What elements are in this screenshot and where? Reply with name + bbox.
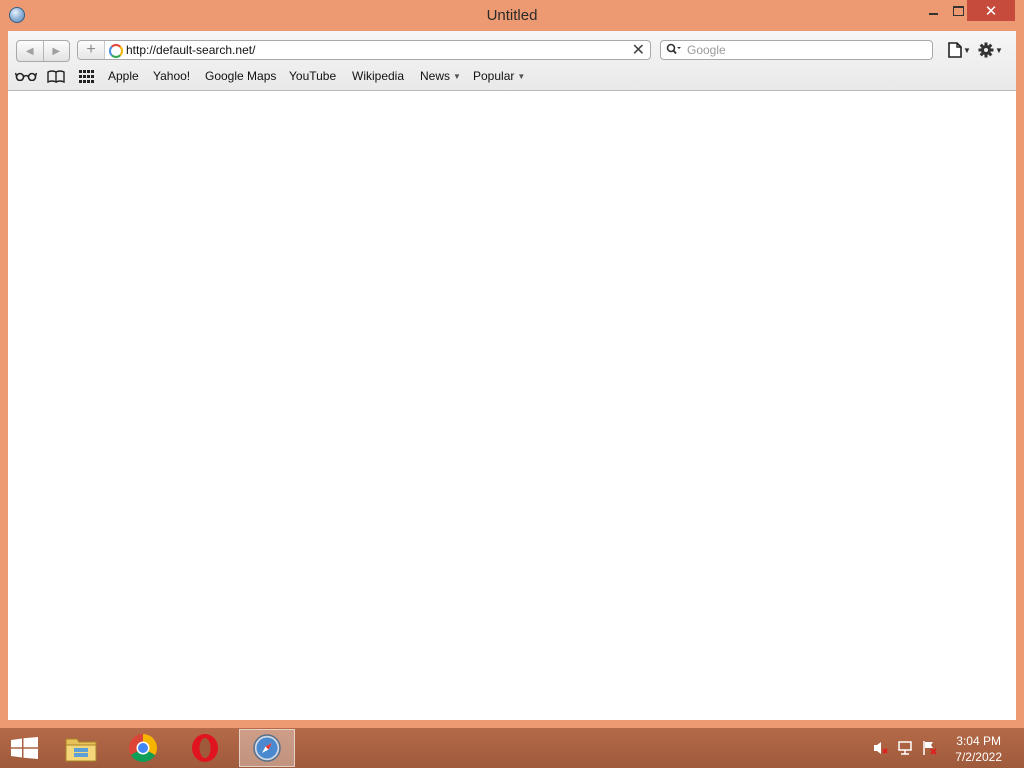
folder-icon [65,738,97,762]
bookmark-folder-news[interactable]: News ▼ [420,69,461,83]
chevron-down-icon: ▼ [453,72,461,81]
forward-button[interactable]: ▶ [42,41,70,61]
windows-logo-icon [11,737,38,759]
gear-icon [978,42,994,58]
back-arrow-icon: ◀ [25,45,34,57]
title-bar[interactable]: Untitled ✕ [0,0,1024,31]
maximize-icon [952,5,964,16]
page-content[interactable] [8,91,1016,720]
bookmarks-bar: Apple Yahoo! Google Maps YouTube Wikiped… [8,66,1016,86]
settings-menu-button[interactable]: ▼ [978,40,1003,60]
close-button[interactable]: ✕ [967,0,1015,21]
taskbar-opera[interactable] [177,729,233,767]
add-bookmark-button[interactable]: + [78,41,105,59]
clock-date: 7/2/2022 [955,750,1002,764]
reading-list-icon[interactable] [15,69,37,83]
nav-buttons: ◀ ▶ [16,40,70,62]
chevron-down-icon: ▼ [517,72,526,81]
taskbar-chrome[interactable] [115,729,171,767]
chevron-down-icon: ▼ [963,45,971,55]
page-menu-button[interactable]: ▼ [948,40,971,60]
opera-icon [192,734,218,762]
bookmark-wikipedia[interactable]: Wikipedia [352,69,404,83]
browser-window: Untitled ✕ ◀ ▶ + http://default-search.n… [0,0,1024,728]
chevron-down-icon: ▼ [995,45,1003,55]
top-sites-grid-icon[interactable] [79,69,94,83]
action-center-flag-icon[interactable] [922,738,938,758]
plus-icon: + [86,41,96,58]
page-icon [948,42,962,58]
volume-muted-icon[interactable] [873,738,889,758]
search-field[interactable]: Google [660,40,933,60]
clock-time: 3:04 PM [956,734,1001,748]
bookmarks-book-icon[interactable] [47,69,65,83]
site-favicon-icon [109,44,123,58]
bookmark-folder-label: Popular [473,69,515,83]
search-icon[interactable] [666,43,682,58]
bookmark-folder-label: News [420,69,451,83]
taskbar-safari[interactable] [239,729,295,767]
safari-icon [253,734,281,762]
taskbar: 3:04 PM 7/2/2022 [0,728,1024,768]
browser-toolbar: ◀ ▶ + http://default-search.net/ ✕ Googl… [8,31,1016,91]
back-button[interactable]: ◀ [17,41,43,61]
taskbar-file-explorer[interactable] [53,729,109,767]
window-title: Untitled [486,7,538,24]
address-input[interactable]: http://default-search.net/ [126,43,255,57]
bookmark-yahoo[interactable]: Yahoo! [153,69,190,83]
system-clock[interactable]: 3:04 PM 7/2/2022 [955,733,1002,765]
start-button[interactable] [11,737,38,759]
minimize-icon [928,12,938,15]
forward-arrow-icon: ▶ [52,45,61,57]
bookmark-folder-popular[interactable]: Popular ▼ [473,69,525,83]
network-icon[interactable] [898,738,914,758]
search-placeholder: Google [687,43,726,57]
chrome-icon [129,734,157,762]
bookmark-youtube[interactable]: YouTube [289,69,336,83]
bookmark-google-maps[interactable]: Google Maps [205,69,276,83]
clear-address-icon[interactable]: ✕ [632,40,645,60]
address-bar[interactable]: + http://default-search.net/ ✕ [77,40,651,60]
bookmark-apple[interactable]: Apple [108,69,139,83]
